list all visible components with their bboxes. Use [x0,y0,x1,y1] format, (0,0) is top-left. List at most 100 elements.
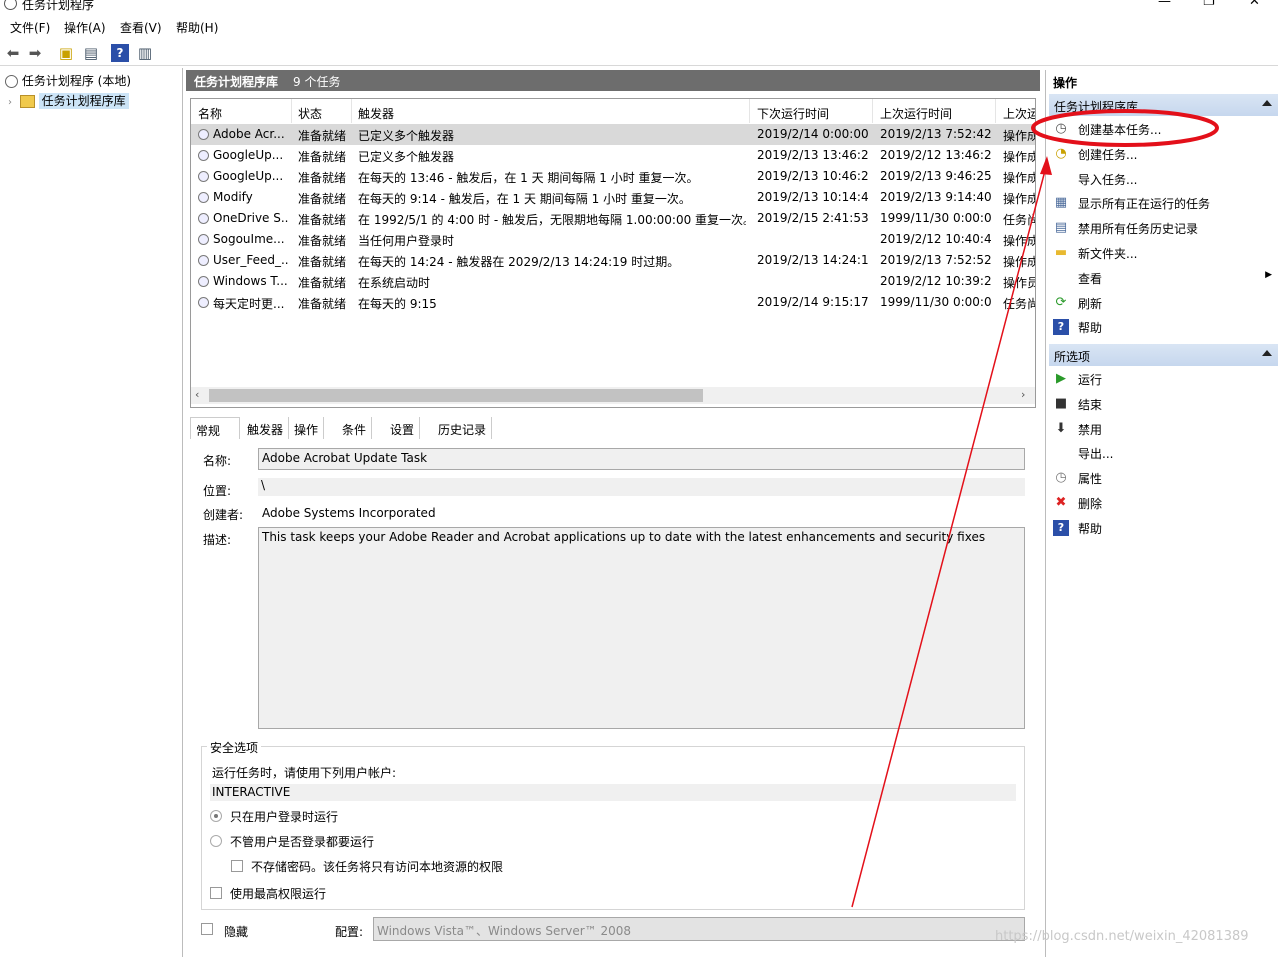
show-hide-console-tree-icon[interactable]: ▤ [82,44,100,62]
tree-item-root[interactable]: 任务计划程序 (本地) [5,72,131,89]
do-not-store-password-checkbox[interactable] [231,860,243,872]
task-cell-result: 操作成 [1003,171,1036,185]
action-item-help[interactable]: ? 帮助 [1053,317,1278,341]
configure-for-dropdown[interactable]: Windows Vista™、Windows Server™ 2008 [373,917,1025,941]
disable-icon: ⬇ [1055,420,1067,436]
properties-icon: ◷ [1055,470,1067,486]
column-name[interactable]: 名称 [198,105,222,122]
column-status[interactable]: 状态 [298,105,322,122]
column-next-run[interactable]: 下次运行时间 [757,105,829,122]
configure-for-label: 配置: [335,925,364,939]
task-cell-result: 操作成 [1003,129,1036,143]
task-row[interactable]: 每天定时更... 准备就绪 在每天的 9:15 2019/2/14 9:15:17 19… [191,292,1036,313]
task-row[interactable]: OneDrive S... 准备就绪在 1992/5/1 的 4:00 时 - 触… [191,208,1035,229]
task-cell-name: GoogleUp... [213,148,284,162]
highest-privileges-checkbox[interactable] [210,887,222,899]
help-toolbar-icon[interactable]: ? [111,44,129,62]
task-cell-status: 准备就绪 [298,171,347,185]
task-row[interactable]: User_Feed_... 准备就绪 在每天的 14:24 - 触发器在 2029/… [191,250,1036,271]
action-item-view[interactable]: 查看 ▶ [1053,268,1278,292]
action-item-history[interactable]: ▤ 禁用所有任务历史记录 [1053,218,1278,242]
restore-button[interactable]: ❐ [1203,0,1215,9]
action-item-refresh[interactable]: ⟳ 刷新 [1053,293,1278,317]
task-cell-trigger: 已定义多个触发器 [358,150,455,164]
action-item-folder[interactable]: ▬ 新文件夹... [1053,243,1278,267]
action-item-run[interactable]: ▶ 运行 [1053,369,1278,393]
tab-actions[interactable]: 操作 [289,417,325,439]
name-field[interactable]: Adobe Acrobat Update Task [258,448,1025,470]
collapse-icon[interactable] [1262,350,1272,356]
task-cell-trigger: 在系统启动时 [358,276,431,290]
export-icon [1053,445,1069,461]
action-label: 帮助 [1078,321,1103,336]
action-label: 运行 [1078,373,1103,387]
task-row[interactable]: Modify 准备就绪 在每天的 9:14 - 触发后，在 1 天 期间每隔 1 小… [191,187,1035,208]
action-item-properties[interactable]: ◷ 属性 [1053,468,1278,492]
scroll-right-icon[interactable]: › [1021,388,1025,401]
column-last-run[interactable]: 上次运行时间 [880,105,952,122]
task-cell-status: 准备就绪 [298,192,347,206]
show-action-pane-icon[interactable]: ▥ [136,44,154,62]
task-cell-next: 2019/2/13 13:46:24 [757,148,869,162]
tab-settings[interactable]: 设置 [385,417,421,439]
scroll-left-icon[interactable]: ‹ [195,388,199,401]
forward-arrow-icon[interactable]: ➡ [26,44,44,62]
action-item-stop[interactable]: ■ 结束 [1053,394,1278,418]
tree-library-label: 任务计划程序库 [38,93,129,109]
tab-triggers[interactable]: 触发器 [242,417,290,439]
task-cell-trigger: 在每天的 13:46 - 触发后，在 1 天 期间每隔 1 小时 重复一次。 [358,171,699,185]
task-row[interactable]: SogouIme... 准备就绪 当任何用户登录时 2019/2/12 10:40:4… [191,229,1035,250]
action-label: 禁用所有任务历史记录 [1078,222,1199,237]
tab-history[interactable]: 历史记录 [433,417,493,439]
description-field[interactable]: This task keeps your Adobe Reader and Ac… [258,527,1025,729]
task-cell-result: 操作成 [1003,255,1036,269]
task-cell-name: 每天定时更... [213,297,285,311]
section-header-library[interactable]: 任务计划程序库 [1049,94,1278,116]
task-cell-last: 2019/2/13 7:52:52 [880,253,992,267]
action-item-import[interactable]: 导入任务... [1053,169,1278,193]
help-icon: ? [1053,319,1069,336]
tree-item-library[interactable]: › 任务计划程序库 [8,92,129,109]
column-last-result[interactable]: 上次运 [1003,105,1035,122]
section-header-selected[interactable]: 所选项 [1049,344,1278,366]
collapse-icon[interactable] [1262,100,1272,106]
minimize-button[interactable]: — [1158,0,1171,9]
author-label: 创建者: [203,508,244,522]
tab-conditions[interactable]: 条件 [337,417,373,439]
task-row[interactable]: Windows T... 准备就绪 在系统启动时 2019/2/12 10:39:24… [191,271,1035,292]
action-item-running-tasks[interactable]: ▦ 显示所有正在运行的任务 [1053,193,1278,217]
menu-action[interactable]: 操作(A) [64,19,106,36]
close-button[interactable]: ✕ [1249,0,1260,9]
action-item-create-basic-task[interactable]: ◷ 创建基本任务... [1053,119,1278,143]
horizontal-scrollbar[interactable]: ‹ › [191,387,1035,404]
menu-help[interactable]: 帮助(H) [176,19,218,36]
run-icon: ▶ [1056,371,1066,386]
action-item-help[interactable]: ? 帮助 [1053,518,1278,542]
action-item-delete[interactable]: ✖ 删除 [1053,493,1278,517]
scroll-thumb[interactable] [209,389,703,402]
action-item-create-task[interactable]: ◔ 创建任务... [1053,144,1278,168]
task-cell-status: 准备就绪 [298,213,347,227]
task-cell-result: 任务尚 [1003,297,1036,311]
task-cell-last: 1999/11/30 0:00:00 [880,295,992,309]
hidden-checkbox[interactable] [201,923,213,935]
task-cell-name: SogouIme... [213,232,285,246]
menu-view[interactable]: 查看(V) [120,19,162,36]
run-whether-logged-on-radio[interactable] [210,835,222,847]
clock-icon [5,75,18,88]
task-row[interactable]: Adobe Acr... 准备就绪 已定义多个触发器 2019/2/14 0:00:0… [191,124,1036,145]
action-item-export[interactable]: 导出... [1053,443,1278,467]
menu-file[interactable]: 文件(F) [10,19,50,36]
task-row[interactable]: GoogleUp... 准备就绪 已定义多个触发器 2019/2/13 13:46:2… [191,145,1036,166]
task-row[interactable]: GoogleUp... 准备就绪 在每天的 13:46 - 触发后，在 1 天 期间… [191,166,1036,187]
back-arrow-icon[interactable]: ⬅ [4,44,22,62]
action-item-disable[interactable]: ⬇ 禁用 [1053,419,1278,443]
task-cell-result: 操作成 [1003,150,1036,164]
task-cell-last: 2019/2/13 9:14:40 [880,190,992,204]
run-only-logged-on-radio[interactable] [210,810,222,822]
up-folder-icon[interactable]: ▣ [57,44,75,62]
column-trigger[interactable]: 触发器 [358,105,394,122]
task-cell-name: Modify [213,190,253,204]
tree-root-label: 任务计划程序 (本地) [21,74,132,88]
tab-general[interactable]: 常规 [190,417,240,439]
